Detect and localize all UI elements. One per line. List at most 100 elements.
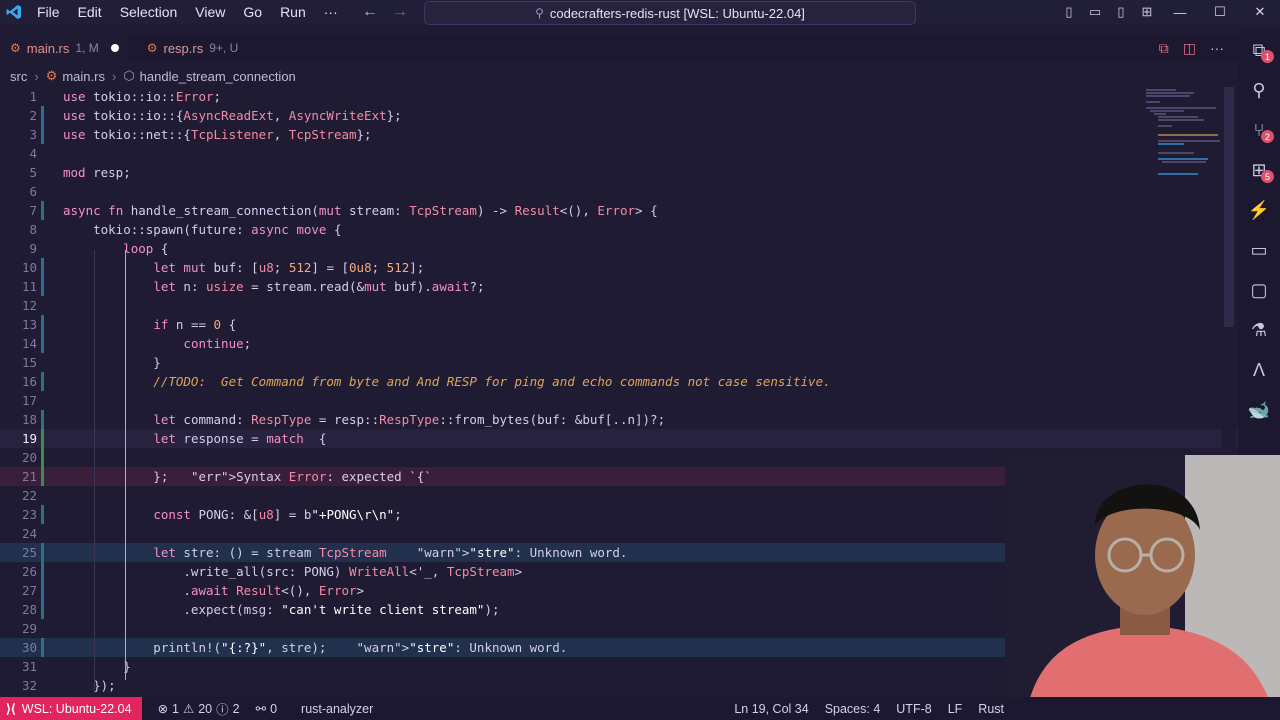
tab-resp-rs[interactable]: ⚙ resp.rs 9+, U [137, 34, 249, 62]
code-line[interactable]: 11 let n: usize = stream.read(&mut buf).… [0, 277, 1238, 296]
back-arrow-icon[interactable]: ← [362, 3, 378, 21]
menu-more[interactable]: ··· [315, 0, 347, 24]
menu-view[interactable]: View [186, 0, 234, 24]
menu-run[interactable]: Run [271, 0, 315, 24]
line-number: 21 [21, 469, 37, 484]
code-text: use tokio::io::Error; [63, 89, 222, 104]
search-icon[interactable]: ⚲ [1238, 70, 1280, 110]
command-center[interactable]: ⚲ codecrafters-redis-rust [WSL: Ubuntu-2… [424, 1, 916, 25]
scrollbar-thumb[interactable] [1224, 87, 1234, 327]
run-debug-icon[interactable]: ⚡ [1238, 190, 1280, 230]
remote-label: WSL: Ubuntu-22.04 [21, 701, 132, 716]
code-line[interactable]: 14 continue; [0, 334, 1238, 353]
ports-indicator[interactable]: ⚯ 0 [248, 701, 285, 717]
code-line[interactable]: 6 [0, 182, 1238, 201]
remote-explorer-icon[interactable]: ▢ [1238, 270, 1280, 310]
code-line[interactable]: 5 mod resp; [0, 163, 1238, 182]
docker-icon[interactable]: 🐋 [1238, 390, 1280, 430]
source-control-icon[interactable]: ⑂ 2 [1238, 110, 1280, 150]
line-number: 18 [21, 412, 37, 427]
git-change-marker [41, 277, 44, 296]
code-line[interactable]: 16 //TODO: Get Command from byte and And… [0, 372, 1238, 391]
code-line[interactable]: 19 let response = match {💡 [0, 429, 1238, 448]
chevron-right-icon: › [111, 68, 117, 84]
code-text: const PONG: &[u8] = b"+PONG\r\n"; [153, 507, 402, 522]
compare-icon[interactable]: ⧉ [1159, 40, 1169, 57]
tab-main-rs[interactable]: ⚙ main.rs 1, M [0, 34, 129, 62]
code-line[interactable]: 15 } [0, 353, 1238, 372]
code-line[interactable]: 4 [0, 144, 1238, 163]
forward-arrow-icon[interactable]: → [392, 3, 408, 21]
remote-indicator[interactable]: ⟩⟨ WSL: Ubuntu-22.04 [0, 697, 142, 720]
breadcrumb-symbol[interactable]: handle_stream_connection [140, 69, 296, 84]
code-line[interactable]: 9 loop { [0, 239, 1238, 258]
split-editor-icon[interactable]: ◫ [1183, 40, 1196, 57]
webcam-overlay [1005, 455, 1280, 720]
line-number: 26 [21, 564, 37, 579]
code-line[interactable]: 10 let mut buf: [u8; 512] = [0u8; 512]; [0, 258, 1238, 277]
breadcrumb: src › ⚙ main.rs › ⬡ handle_stream_connec… [0, 66, 296, 86]
warning-icon: ⚠ [183, 702, 195, 716]
editor-tab-bar: ⚙ main.rs 1, M ⚙ resp.rs 9+, U ⧉ ◫ ··· [0, 34, 1238, 62]
editor-actions: ⧉ ◫ ··· [1159, 34, 1224, 62]
code-line[interactable]: 1 use tokio::io::Error; [0, 87, 1238, 106]
toggle-secondary-sidebar-icon[interactable]: ▯ [1108, 4, 1134, 20]
toggle-panel-icon[interactable]: ▭ [1082, 4, 1108, 20]
azure-icon[interactable]: Λ [1238, 350, 1280, 390]
tab-badge: 9+, U [209, 41, 239, 55]
code-line[interactable]: 3 use tokio::net::{TcpListener, TcpStream… [0, 125, 1238, 144]
line-number: 32 [21, 678, 37, 693]
explorer-badge: 1 [1261, 50, 1274, 63]
extensions-icon[interactable]: ⊞ 5 [1238, 150, 1280, 190]
code-line[interactable]: 12 [0, 296, 1238, 315]
rust-file-icon: ⚙ [10, 41, 21, 55]
breadcrumb-file[interactable]: main.rs [62, 69, 105, 84]
problems-indicator[interactable]: ⊗ 1 ⚠ 20 ⓘ 2 [150, 699, 248, 718]
line-number: 20 [21, 450, 37, 465]
end-of-line[interactable]: LF [940, 702, 971, 716]
line-number: 27 [21, 583, 37, 598]
maximize-button[interactable]: ☐ [1200, 4, 1240, 20]
code-line[interactable]: 13 if n == 0 { [0, 315, 1238, 334]
menu-edit[interactable]: Edit [69, 0, 111, 24]
indentation[interactable]: Spaces: 4 [817, 702, 889, 716]
breadcrumb-folder[interactable]: src [10, 69, 27, 84]
menu-file[interactable]: File [28, 0, 69, 24]
testing-icon[interactable]: ⚗ [1238, 310, 1280, 350]
code-line[interactable]: 2 use tokio::io::{AsyncReadExt, AsyncWrit… [0, 106, 1238, 125]
customize-layout-icon[interactable]: ⊞ [1134, 4, 1160, 20]
git-change-marker [41, 334, 44, 353]
warning-count: 20 [198, 701, 213, 716]
menu-selection[interactable]: Selection [111, 0, 187, 24]
line-number: 24 [21, 526, 37, 541]
unsaved-dot-icon[interactable] [110, 44, 119, 52]
rust-analyzer-status[interactable]: rust-analyzer [293, 702, 381, 716]
encoding[interactable]: UTF-8 [888, 702, 939, 716]
toggle-sidebar-icon[interactable]: ▯ [1056, 4, 1082, 20]
git-change-marker [41, 429, 44, 448]
folder-icon[interactable]: ▭ [1238, 230, 1280, 270]
code-line[interactable]: 18 let command: RespType = resp::RespTyp… [0, 410, 1238, 429]
close-button[interactable]: ✕ [1240, 4, 1280, 20]
minimize-button[interactable]: — [1160, 5, 1200, 20]
code-text: if n == 0 { [153, 317, 237, 332]
code-text: .await Result<(), Error> [63, 583, 365, 598]
language-mode[interactable]: Rust [970, 702, 1012, 716]
tab-badge: 1, M [75, 41, 99, 55]
code-text: } [63, 355, 161, 370]
line-number: 4 [29, 146, 37, 161]
code-line[interactable]: 7 async fn handle_stream_connection(mut s… [0, 201, 1238, 220]
line-number: 13 [21, 317, 37, 332]
menu-go[interactable]: Go [234, 0, 271, 24]
code-line[interactable]: 8 tokio::spawn(future: async move { [0, 220, 1238, 239]
code-text: //TODO: Get Command from byte and And RE… [63, 374, 831, 389]
line-number: 6 [29, 184, 37, 199]
explorer-icon[interactable]: ⧉ 1 [1238, 30, 1280, 70]
code-line[interactable]: 17 [0, 391, 1238, 410]
tab-label: resp.rs [163, 40, 204, 56]
minimap[interactable] [1140, 87, 1226, 187]
git-change-marker [41, 372, 44, 391]
git-change-marker [41, 467, 44, 486]
cursor-position[interactable]: Ln 19, Col 34 [726, 702, 816, 716]
more-actions-icon[interactable]: ··· [1210, 40, 1224, 56]
